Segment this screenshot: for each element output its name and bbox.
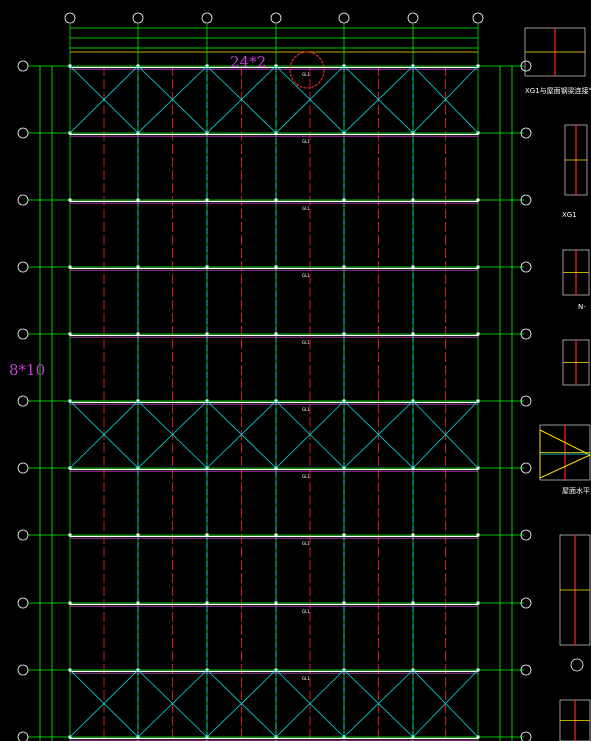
axis-bubble-left bbox=[17, 60, 29, 72]
annotation-top: 24*2 bbox=[230, 53, 267, 71]
beam-tag: GL1 bbox=[302, 139, 310, 144]
beam-tag: GL1 bbox=[302, 72, 310, 77]
axis-bubble-top bbox=[64, 12, 76, 24]
column-marker bbox=[342, 265, 346, 269]
axis-bubble-left bbox=[17, 127, 29, 139]
axis-bubble-top bbox=[338, 12, 350, 24]
beam-tag: GL1 bbox=[302, 340, 310, 345]
detail-title-support: 屋面水平支撑 bbox=[562, 487, 591, 495]
beam-tag: GL1 bbox=[302, 273, 310, 278]
cross-bracing bbox=[69, 65, 479, 738]
beam-tag: GL1 bbox=[302, 609, 310, 614]
axis-bubble-left bbox=[17, 529, 29, 541]
column-marker bbox=[205, 332, 209, 336]
beam-tag: GL1 bbox=[302, 541, 310, 546]
column-marker bbox=[68, 601, 72, 605]
beam-tag: GL1 bbox=[302, 474, 310, 479]
column-marker bbox=[476, 265, 480, 269]
column-marker bbox=[205, 198, 209, 202]
axis-bubble-left bbox=[17, 597, 29, 609]
axis-bubble-top bbox=[407, 12, 419, 24]
column-marker bbox=[136, 198, 140, 202]
column-marker bbox=[136, 265, 140, 269]
column-marker bbox=[342, 198, 346, 202]
column-marker bbox=[274, 601, 278, 605]
column-marker bbox=[411, 198, 415, 202]
detail-views bbox=[524, 27, 591, 741]
axis-bubble-top bbox=[270, 12, 282, 24]
axis-bubble-left bbox=[17, 328, 29, 340]
column-marker bbox=[274, 533, 278, 537]
column-marker bbox=[136, 533, 140, 537]
axis-bubble-left bbox=[17, 664, 29, 676]
column-marker bbox=[476, 198, 480, 202]
column-marker bbox=[274, 265, 278, 269]
column-marker bbox=[342, 332, 346, 336]
column-marker bbox=[136, 332, 140, 336]
column-marker bbox=[68, 198, 72, 202]
axis-bubble-right bbox=[520, 731, 532, 741]
axis-bubble-left bbox=[17, 462, 29, 474]
axis-bubble-top bbox=[132, 12, 144, 24]
column-marker bbox=[411, 332, 415, 336]
column-marker bbox=[274, 332, 278, 336]
column-marker bbox=[136, 601, 140, 605]
column-marker bbox=[476, 601, 480, 605]
annotation-left: 8*10 bbox=[9, 361, 46, 379]
column-marker bbox=[411, 265, 415, 269]
axis-bubble-left bbox=[17, 194, 29, 206]
detail-title-xg1-connection: XG1与屋面钢梁连接节点 bbox=[525, 87, 591, 95]
beam-tag: GL1 bbox=[302, 407, 310, 412]
column-marker bbox=[411, 533, 415, 537]
detail-circle bbox=[570, 658, 584, 672]
column-marker bbox=[476, 332, 480, 336]
detail-title-xg1-section: XG1 bbox=[562, 211, 577, 219]
axis-bubble-left bbox=[17, 395, 29, 407]
column-marker bbox=[205, 533, 209, 537]
detail-title-node: N- bbox=[578, 303, 586, 311]
column-marker bbox=[342, 533, 346, 537]
axis-bubble-top bbox=[201, 12, 213, 24]
roof-plan-drawing: GL1 GL1 GL1 GL1 GL1 GL1 GL1 GL1 GL1 GL1 bbox=[17, 12, 591, 741]
axis-bubbles bbox=[17, 12, 532, 741]
axis-bubble-left bbox=[17, 731, 29, 741]
column-marker bbox=[205, 265, 209, 269]
column-marker bbox=[68, 332, 72, 336]
axis-bubble-left bbox=[17, 261, 29, 273]
beam-tag: GL1 bbox=[302, 676, 310, 681]
column-marker bbox=[274, 198, 278, 202]
beam-tag: GL1 bbox=[302, 206, 310, 211]
revision-cloud bbox=[289, 51, 325, 89]
column-marker bbox=[476, 533, 480, 537]
column-marker bbox=[68, 265, 72, 269]
column-marker bbox=[205, 601, 209, 605]
column-marker bbox=[411, 601, 415, 605]
column-marker bbox=[342, 601, 346, 605]
axis-bubble-top bbox=[472, 12, 484, 24]
column-marker bbox=[68, 533, 72, 537]
